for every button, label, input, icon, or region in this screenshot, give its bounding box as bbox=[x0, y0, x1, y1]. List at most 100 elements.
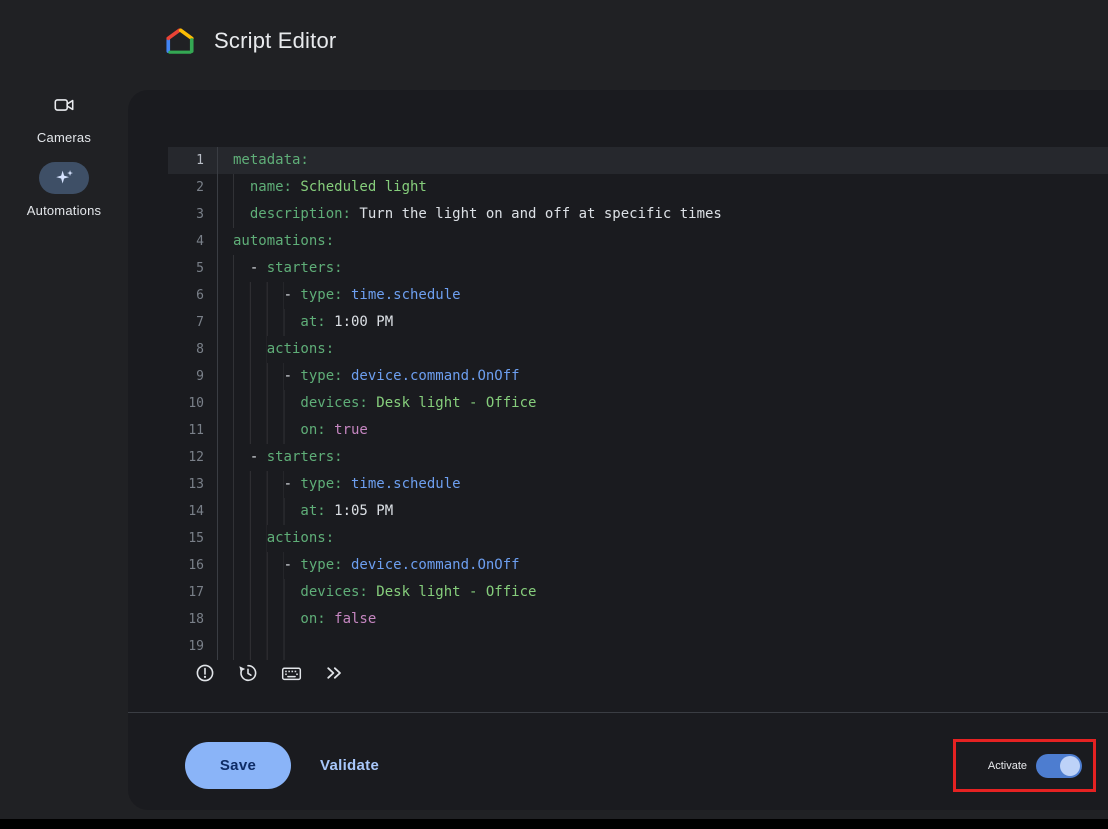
selected-pill bbox=[39, 162, 89, 194]
line-number: 5 bbox=[168, 255, 218, 282]
indent-guides bbox=[233, 606, 300, 633]
line-number: 17 bbox=[168, 579, 218, 606]
sidebar-item-automations[interactable]: Automations bbox=[0, 162, 128, 218]
sparkle-icon bbox=[53, 167, 75, 189]
code-line[interactable]: 17devices: Desk light - Office bbox=[168, 579, 1108, 606]
code-line[interactable]: 7at: 1:00 PM bbox=[168, 309, 1108, 336]
keyboard-icon bbox=[281, 663, 302, 684]
more-tools-button[interactable] bbox=[316, 655, 352, 691]
code-line[interactable]: 16- type: device.command.OnOff bbox=[168, 552, 1108, 579]
activate-toggle[interactable] bbox=[1036, 754, 1082, 778]
line-number: 1 bbox=[168, 147, 218, 174]
code-line-text: - type: time.schedule bbox=[218, 282, 461, 309]
page-title: Script Editor bbox=[214, 28, 336, 54]
google-home-logo-icon bbox=[164, 26, 196, 56]
line-number: 10 bbox=[168, 390, 218, 417]
toggle-thumb bbox=[1060, 756, 1080, 776]
header: Script Editor bbox=[128, 0, 1108, 82]
editor-card: 1metadata:2name: Scheduled light3descrip… bbox=[128, 90, 1108, 810]
alert-circle-icon bbox=[195, 663, 215, 683]
keyboard-button[interactable] bbox=[273, 655, 309, 691]
indent-guides bbox=[233, 579, 300, 606]
history-button[interactable] bbox=[230, 655, 266, 691]
code-line[interactable]: 6- type: time.schedule bbox=[168, 282, 1108, 309]
code-line[interactable]: 8actions: bbox=[168, 336, 1108, 363]
code-line[interactable]: 18on: false bbox=[168, 606, 1108, 633]
code-line[interactable]: 3description: Turn the light on and off … bbox=[168, 201, 1108, 228]
code-editor[interactable]: 1metadata:2name: Scheduled light3descrip… bbox=[168, 147, 1108, 661]
indent-guides bbox=[233, 363, 284, 390]
problems-button[interactable] bbox=[187, 655, 223, 691]
code-line[interactable]: 15actions: bbox=[168, 525, 1108, 552]
history-icon bbox=[238, 663, 258, 683]
line-number: 7 bbox=[168, 309, 218, 336]
sidebar: Cameras Automations bbox=[0, 82, 128, 829]
code-line[interactable]: 13- type: time.schedule bbox=[168, 471, 1108, 498]
code-line-text: description: Turn the light on and off a… bbox=[218, 201, 722, 228]
bottom-strip bbox=[0, 819, 1108, 829]
line-number: 9 bbox=[168, 363, 218, 390]
indent-guides bbox=[233, 336, 267, 363]
line-number: 16 bbox=[168, 552, 218, 579]
annotation-highlight-box: Activate bbox=[953, 739, 1096, 792]
line-number: 3 bbox=[168, 201, 218, 228]
code-line-text: - type: device.command.OnOff bbox=[218, 552, 520, 579]
indent-guides bbox=[233, 444, 250, 471]
code-line[interactable]: 9- type: device.command.OnOff bbox=[168, 363, 1108, 390]
code-line-text: actions: bbox=[218, 336, 334, 363]
code-line-text: at: 1:05 PM bbox=[218, 498, 393, 525]
line-number: 13 bbox=[168, 471, 218, 498]
line-number: 15 bbox=[168, 525, 218, 552]
validate-button[interactable]: Validate bbox=[320, 742, 379, 789]
indent-guides bbox=[233, 174, 250, 201]
code-line[interactable]: 4automations: bbox=[168, 228, 1108, 255]
line-number: 2 bbox=[168, 174, 218, 201]
code-line-text: on: false bbox=[218, 606, 376, 633]
code-line[interactable]: 5- starters: bbox=[168, 255, 1108, 282]
editor-toolbar bbox=[187, 655, 352, 691]
indent-guides bbox=[233, 390, 300, 417]
code-line-text: - type: device.command.OnOff bbox=[218, 363, 520, 390]
code-line-text: actions: bbox=[218, 525, 334, 552]
code-line[interactable]: 11on: true bbox=[168, 417, 1108, 444]
code-line[interactable]: 14at: 1:05 PM bbox=[168, 498, 1108, 525]
code-line[interactable]: 12- starters: bbox=[168, 444, 1108, 471]
indent-guides bbox=[233, 498, 300, 525]
line-number: 12 bbox=[168, 444, 218, 471]
code-line-text: on: true bbox=[218, 417, 368, 444]
code-line[interactable]: 2name: Scheduled light bbox=[168, 174, 1108, 201]
line-number: 11 bbox=[168, 417, 218, 444]
line-number: 8 bbox=[168, 336, 218, 363]
sidebar-item-label: Cameras bbox=[0, 130, 128, 145]
code-line-text: - type: time.schedule bbox=[218, 471, 461, 498]
line-number: 6 bbox=[168, 282, 218, 309]
camera-icon bbox=[53, 92, 75, 118]
code-line-text: name: Scheduled light bbox=[218, 174, 427, 201]
code-line-text: devices: Desk light - Office bbox=[218, 579, 536, 606]
indent-guides bbox=[233, 471, 284, 498]
footer-divider bbox=[128, 712, 1108, 713]
activate-label: Activate bbox=[988, 760, 1027, 772]
code-line-text: automations: bbox=[218, 228, 334, 255]
sidebar-item-cameras[interactable]: Cameras bbox=[0, 92, 128, 145]
code-line-text: metadata: bbox=[218, 147, 309, 174]
save-button[interactable]: Save bbox=[185, 742, 291, 789]
code-line-text: devices: Desk light - Office bbox=[218, 390, 536, 417]
indent-guides bbox=[233, 552, 284, 579]
indent-guides bbox=[233, 282, 284, 309]
code-line-text: - starters: bbox=[218, 255, 343, 282]
line-number: 4 bbox=[168, 228, 218, 255]
indent-guides bbox=[233, 525, 267, 552]
script-editor-screen: Script Editor Cameras Automations 1 bbox=[0, 0, 1108, 829]
sidebar-item-label: Automations bbox=[0, 203, 128, 218]
indent-guides bbox=[233, 201, 250, 228]
code-line[interactable]: 10devices: Desk light - Office bbox=[168, 390, 1108, 417]
code-line[interactable]: 1metadata: bbox=[168, 147, 1108, 174]
double-chevron-icon bbox=[324, 663, 344, 683]
indent-guides bbox=[233, 255, 250, 282]
code-line-text: - starters: bbox=[218, 444, 343, 471]
code-line-text: at: 1:00 PM bbox=[218, 309, 393, 336]
line-number: 14 bbox=[168, 498, 218, 525]
indent-guides bbox=[233, 309, 300, 336]
line-number: 18 bbox=[168, 606, 218, 633]
